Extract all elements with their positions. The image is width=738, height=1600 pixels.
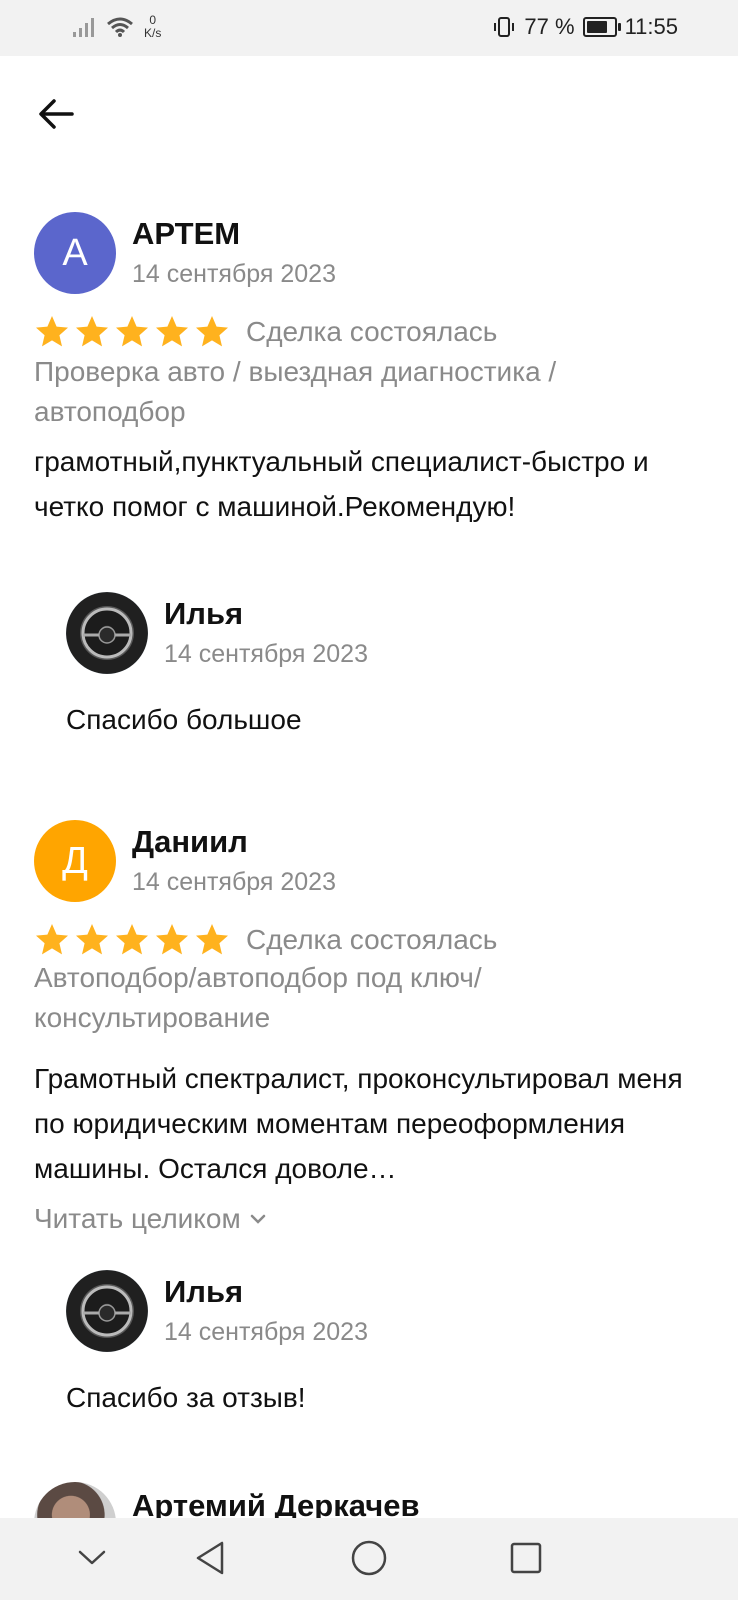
chevron-down-icon (250, 1214, 265, 1224)
avatar[interactable]: Д (34, 820, 116, 902)
nav-home-button[interactable] (347, 1536, 391, 1580)
system-navigation-bar (0, 1518, 738, 1600)
battery-fill (586, 21, 607, 33)
reply-avatar[interactable] (66, 1270, 148, 1352)
reviewer-name[interactable]: АРТЕМ (132, 216, 240, 252)
network-speed: 0 K/s (144, 14, 161, 40)
reply-author-name[interactable]: Илья (164, 1274, 243, 1310)
nav-recents-button[interactable] (504, 1536, 548, 1580)
battery-percent: 77 % (524, 14, 575, 39)
star-icon (156, 924, 188, 955)
avatar-letter: Д (62, 839, 88, 882)
star-icon (36, 316, 68, 347)
reply-author-name[interactable]: Илья (164, 596, 243, 632)
star-icon (76, 316, 108, 347)
star-icon (76, 924, 108, 955)
network-speed-unit: K/s (144, 26, 162, 40)
star-icon (116, 316, 148, 347)
square-recents-icon (510, 1542, 542, 1574)
triangle-back-icon (196, 1541, 224, 1575)
star-icon (156, 316, 188, 347)
star-icon (36, 924, 68, 955)
deal-status: Сделка состоялась (246, 924, 498, 955)
seller-reply: Илья 14 сентября 2023 Спасибо за отзыв! (66, 1270, 666, 1420)
avatar-letter: А (62, 231, 88, 274)
review-date: 14 сентября 2023 (132, 260, 336, 288)
status-bar: 0 K/s 77 % 11:55 (0, 0, 738, 56)
star-icon (196, 924, 228, 955)
review-date: 14 сентября 2023 (132, 868, 336, 896)
seller-reply: Илья 14 сентября 2023 Спасибо большое (66, 592, 666, 752)
reply-date: 14 сентября 2023 (164, 640, 368, 668)
hide-nav-button[interactable] (70, 1536, 114, 1580)
steering-wheel-icon (81, 607, 133, 659)
status-right: 77 % 11:55 (492, 14, 678, 40)
rating-row: Сделка состоялась (34, 922, 497, 958)
star-icon (196, 316, 228, 347)
nav-back-button[interactable] (190, 1536, 234, 1580)
read-more-link[interactable]: Читать целиком (34, 1203, 267, 1235)
reviewer-name[interactable]: Даниил (132, 824, 248, 860)
review-text: Грамотный спектралист, проконсультировал… (34, 1063, 683, 1184)
review-item: А АРТЕМ 14 сентября 2023 Сделка состояла… (34, 212, 714, 752)
reply-text: Спасибо большое (66, 704, 302, 735)
rating-row: Сделка состоялась (34, 314, 497, 350)
avatar[interactable]: А (34, 212, 116, 294)
review-item: Д Даниил 14 сентября 2023 Сделка состоял… (34, 820, 714, 1420)
service-category: Проверка авто / выездная диагностика / а… (34, 356, 557, 427)
clock: 11:55 (624, 14, 678, 39)
reply-avatar[interactable] (66, 592, 148, 674)
signal-icon (73, 18, 94, 37)
deal-status: Сделка состоялась (246, 316, 498, 347)
review-text: грамотный,пунктуальный специалист-быстро… (34, 446, 649, 522)
circle-home-icon (351, 1540, 387, 1576)
reply-text: Спасибо за отзыв! (66, 1382, 306, 1413)
vibrate-icon (494, 17, 515, 37)
wifi-icon (107, 17, 133, 37)
back-arrow-icon (39, 99, 74, 129)
read-more-label: Читать целиком (34, 1203, 241, 1234)
reply-date: 14 сентября 2023 (164, 1318, 368, 1346)
star-rating (34, 314, 230, 350)
status-left: 0 K/s (72, 14, 161, 40)
steering-wheel-icon (81, 1285, 133, 1337)
star-rating (34, 922, 230, 958)
back-button[interactable] (34, 92, 78, 136)
star-icon (116, 924, 148, 955)
service-category: Автоподбор/автоподбор под ключ/ консульт… (34, 962, 482, 1033)
battery-icon (582, 17, 621, 37)
chevron-down-icon (78, 1550, 106, 1565)
